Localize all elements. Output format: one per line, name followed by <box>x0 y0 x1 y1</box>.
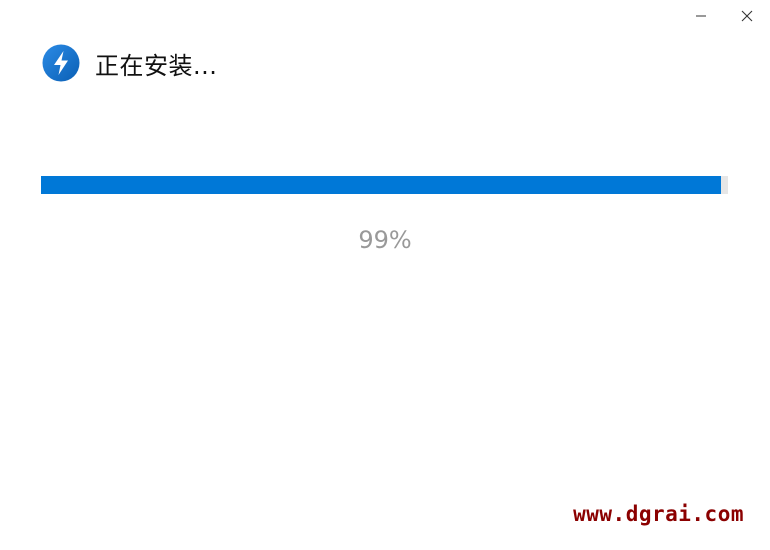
close-button[interactable] <box>724 0 770 32</box>
minimize-button[interactable] <box>678 0 724 32</box>
progress-bar <box>41 176 728 194</box>
installer-window: 正在安装... 99% www.dgrai.com <box>0 0 770 550</box>
close-icon <box>741 10 753 22</box>
watermark-text: www.dgrai.com <box>573 502 744 526</box>
header: 正在安装... <box>42 44 217 82</box>
window-controls <box>678 0 770 32</box>
progress-bar-fill <box>41 176 722 194</box>
progress-percent-label: 99% <box>358 226 412 254</box>
page-title: 正在安装... <box>95 51 218 80</box>
lightning-bolt-icon <box>42 44 80 82</box>
minimize-icon <box>696 15 706 17</box>
